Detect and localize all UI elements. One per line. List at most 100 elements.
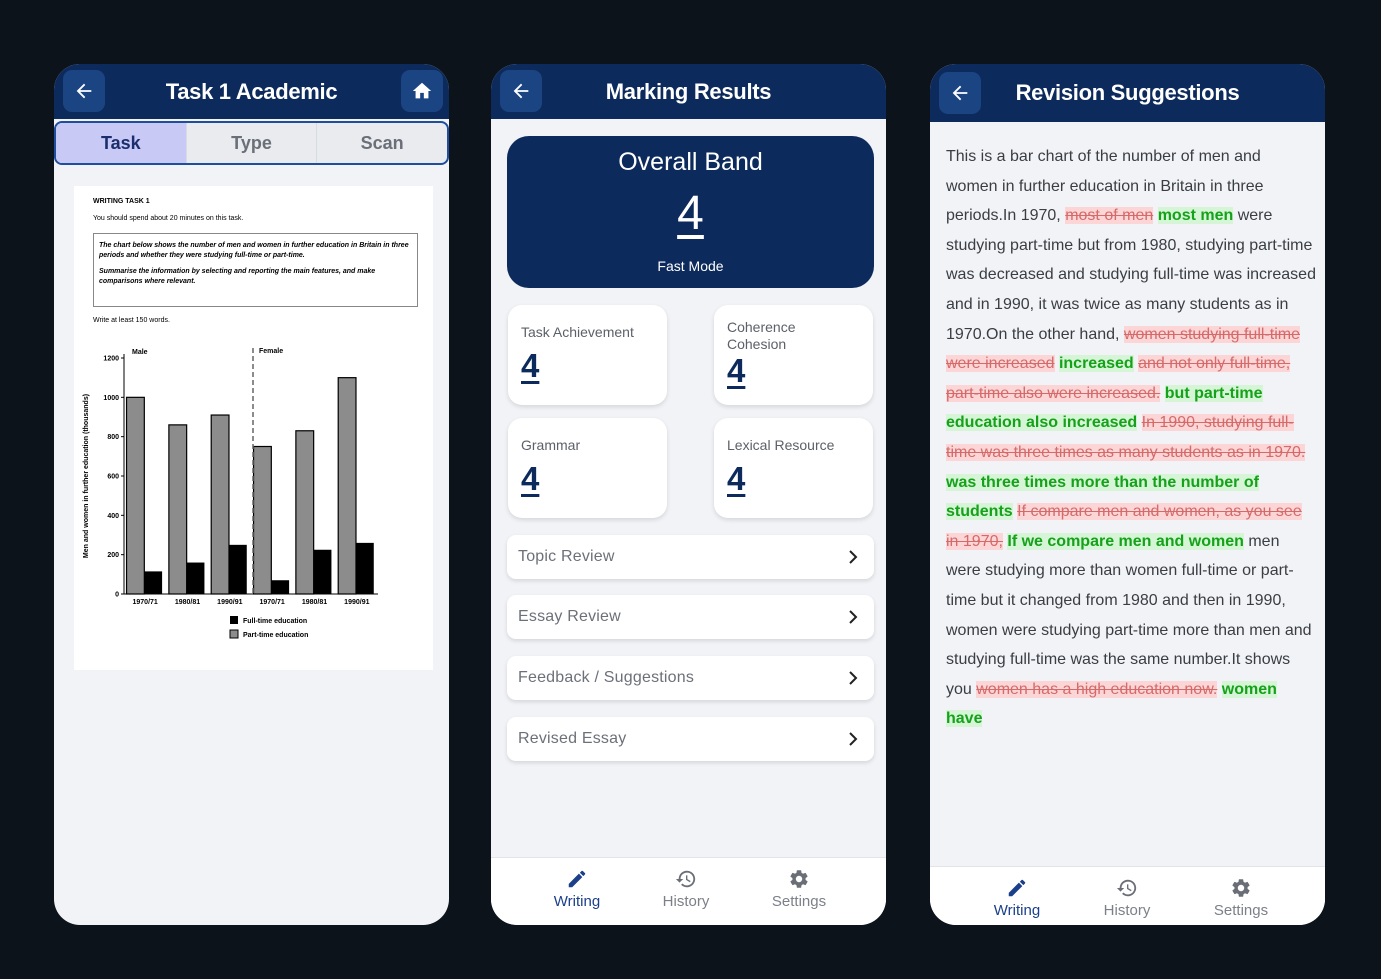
score-value: 4 [521, 347, 540, 384]
x-tick-label: 1990/91 [217, 599, 242, 606]
deleted-text: women has a high education now. [976, 680, 1218, 698]
nav-settings[interactable]: Settings [1196, 877, 1286, 919]
task-instruction: Summarise the information by selecting a… [99, 268, 376, 285]
page-title: Revision Suggestions [1015, 80, 1240, 105]
inserted-text: most men [1157, 207, 1234, 225]
row-label: Topic Review [518, 548, 615, 565]
app-header: Marking Results [491, 64, 886, 119]
nav-label: Writing [993, 902, 1041, 919]
row-label: Revised Essay [518, 730, 627, 747]
nav-history[interactable]: History [641, 868, 731, 910]
score-label: Coherence Cohesion [727, 319, 796, 352]
app-header: Revision Suggestions [930, 64, 1325, 122]
task-prompt: The chart below shows the number of men … [99, 242, 409, 259]
page-title: Marking Results [605, 79, 772, 104]
bar-full-time [355, 542, 374, 594]
y-tick-label: 400 [107, 513, 119, 520]
inserted-text: If we compare men and women [1007, 532, 1244, 550]
score-value: 4 [521, 460, 540, 497]
nav-history[interactable]: History [1082, 877, 1172, 919]
legend-swatch-full-time [230, 616, 238, 624]
x-tick-label: 1980/81 [302, 599, 327, 606]
pencil-icon [568, 870, 586, 888]
pencil-icon [1008, 879, 1026, 897]
essay-text: were studying part-time but from 1980, s… [946, 207, 1316, 343]
bar-part-time [210, 414, 230, 595]
marking-screen: Marking Results Overall Band 4 Fast Mode… [491, 64, 886, 925]
bar-chart: 0 200 400 600 800 1000 1200 Men and women in fu… [83, 348, 378, 639]
essay-text: men were studying more than women full-t… [946, 532, 1312, 698]
bar-full-time [186, 562, 205, 594]
bar-part-time [168, 424, 188, 595]
legend-swatch-part-time [229, 629, 239, 639]
nav-settings[interactable]: Settings [754, 868, 844, 910]
row-revised-essay[interactable]: Revised Essay [507, 717, 874, 761]
inserted-text: increased [1058, 355, 1134, 373]
tab-task[interactable]: Task [56, 123, 186, 163]
page-title: Task 1 Academic [165, 79, 338, 104]
revised-essay-text: This is a bar chart of the number of men… [946, 142, 1316, 734]
legend-label-full-time: Full-time education [243, 618, 307, 625]
y-tick-label: 1200 [103, 356, 119, 363]
row-label: Essay Review [518, 608, 621, 625]
score-card-grammar[interactable]: Grammar 4 [508, 418, 667, 518]
tab-type[interactable]: Type [185, 123, 317, 163]
score-label: Task Achievement [521, 324, 634, 340]
nav-label: History [1103, 902, 1151, 919]
home-button[interactable] [401, 70, 443, 112]
chevron-right-icon [849, 732, 858, 746]
y-tick-label: 1000 [103, 395, 119, 402]
y-tick-label: 200 [107, 552, 119, 559]
bottom-nav: Writing History Settings [491, 857, 886, 925]
bar-part-time [125, 396, 145, 595]
chevron-right-icon [849, 550, 858, 564]
task-heading: WRITING TASK 1 [93, 198, 150, 205]
y-tick-label: 800 [107, 434, 119, 441]
task-word-note: Write at least 150 words. [93, 317, 170, 324]
app-header: Task 1 Academic [54, 64, 449, 119]
score-label: Lexical Resource [727, 437, 835, 453]
bottom-nav: Writing History Settings [930, 866, 1325, 925]
score-card-lexical-resource[interactable]: Lexical Resource 4 [714, 418, 873, 518]
legend-label-part-time: Part-time education [243, 632, 308, 639]
bar-part-time [252, 445, 272, 595]
overall-band-card: Overall Band 4 Fast Mode [507, 136, 874, 288]
task-time-note: You should spend about 20 minutes on thi… [93, 215, 244, 222]
task-prompt-box: The chart below shows the number of men … [93, 233, 418, 307]
bar-full-time [271, 580, 290, 594]
score-value: 4 [727, 352, 746, 389]
nav-label: Writing [553, 893, 601, 910]
row-feedback-suggestions[interactable]: Feedback / Suggestions [507, 656, 874, 700]
overall-band-value: 4 [677, 187, 704, 240]
tab-scan[interactable]: Scan [316, 123, 447, 163]
row-label: Feedback / Suggestions [518, 669, 695, 686]
gear-icon [1232, 879, 1250, 897]
row-essay-review[interactable]: Essay Review [507, 595, 874, 639]
bar-full-time [144, 571, 163, 594]
history-icon [675, 870, 696, 888]
task-screen: Task 1 Academic Task Type Scan WRITING T… [54, 64, 449, 925]
revision-screen: Revision Suggestions This is a bar chart… [930, 64, 1325, 925]
score-card-coherence-cohesion[interactable]: Coherence Cohesion 4 [714, 305, 873, 405]
bar-full-time [313, 549, 332, 594]
group-label-female: Female [259, 348, 283, 355]
bar-part-time [337, 377, 357, 595]
nav-writing[interactable]: Writing [532, 868, 622, 910]
gear-icon [790, 870, 808, 888]
row-topic-review[interactable]: Topic Review [507, 535, 874, 579]
home-icon [412, 82, 432, 99]
nav-label: Settings [771, 893, 827, 910]
bar-full-time [228, 544, 247, 594]
nav-writing[interactable]: Writing [972, 877, 1062, 919]
overall-band-title: Overall Band [618, 148, 763, 176]
deleted-text: most of men [1065, 207, 1154, 225]
x-tick-label: 1970/71 [133, 599, 158, 606]
essay-text [1137, 414, 1141, 431]
task-image: WRITING TASK 1 You should spend about 20… [74, 186, 433, 670]
x-tick-label: 1980/81 [175, 599, 200, 606]
score-value: 4 [727, 460, 746, 497]
score-card-task-achievement[interactable]: Task Achievement 4 [508, 305, 667, 405]
mode-tabs: Task Type Scan [54, 121, 449, 165]
chevron-right-icon [849, 610, 858, 624]
x-tick-label: 1970/71 [260, 599, 285, 606]
